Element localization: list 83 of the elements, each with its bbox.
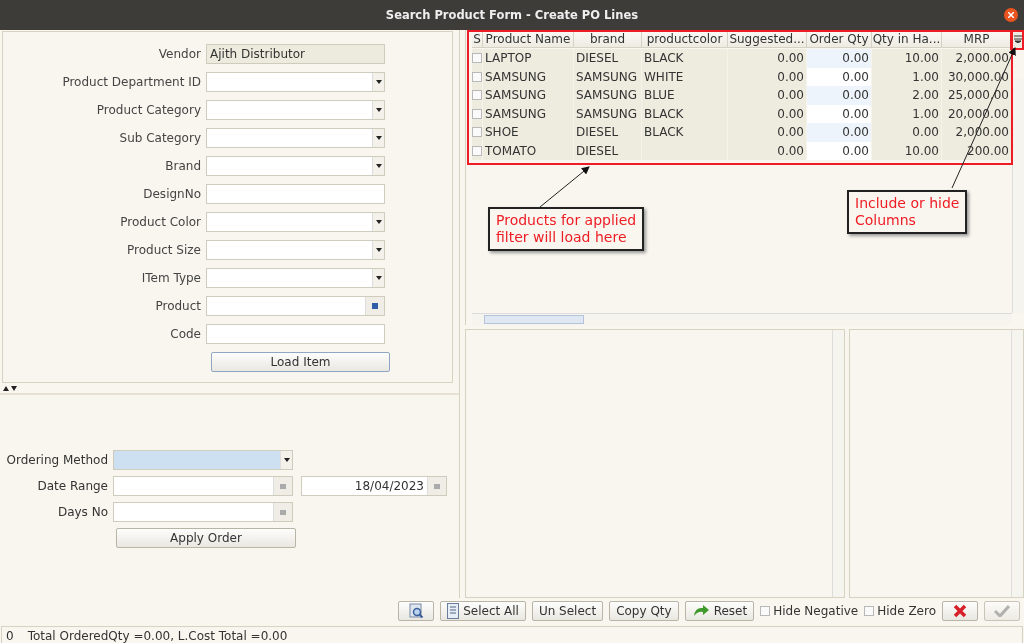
field-label: Sub Category — [118, 131, 202, 145]
checkbox-label: Hide Negative — [773, 604, 859, 618]
table-cell: BLACK — [642, 123, 728, 142]
row-checkbox[interactable] — [472, 108, 482, 119]
arrow — [539, 166, 590, 208]
spinner-icon[interactable] — [273, 503, 292, 521]
text-field[interactable] — [206, 324, 385, 344]
lookup-field[interactable] — [206, 296, 385, 316]
vendor-field: Ajith Distributor — [206, 44, 385, 64]
dropdown-field[interactable] — [206, 212, 385, 232]
row-checkbox[interactable] — [472, 90, 482, 101]
apply-order-button[interactable]: Apply Order — [116, 528, 296, 548]
dropdown-field[interactable] — [206, 240, 385, 260]
table-cell: SAMSUNG — [574, 86, 642, 105]
curved-arrow-icon — [691, 604, 710, 618]
table-cell: 0.00 — [807, 49, 872, 68]
toolbar-button[interactable]: Un Select — [531, 601, 604, 621]
table-cell: 10.00 — [872, 49, 942, 68]
document-icon — [447, 603, 460, 619]
toolbar-button[interactable]: Copy Qty — [609, 601, 679, 621]
dropdown-arrow-icon[interactable] — [283, 458, 290, 462]
date-to-field[interactable]: 18/04/2023 — [301, 476, 447, 496]
date-from-field[interactable] — [113, 476, 293, 496]
window-title: Search Product Form - Create PO Lines — [385, 8, 639, 22]
checkbox[interactable] — [760, 606, 771, 616]
calendar-icon[interactable] — [427, 477, 446, 495]
status-count: 0 — [6, 629, 14, 643]
field-label: Product Color — [119, 215, 202, 229]
dropdown-field[interactable] — [206, 100, 385, 120]
checkbox[interactable] — [864, 606, 875, 616]
status-summary: Total OrderedQty =0.00, L.Cost Total =0.00 — [27, 629, 288, 643]
table-cell: SAMSUNG — [483, 86, 574, 105]
table-cell: 0.00 — [807, 86, 872, 105]
field-label: Ordering Method — [5, 453, 109, 467]
table-cell: 0.00 — [872, 123, 942, 142]
annotation-callout: Include or hide Columns — [847, 190, 968, 234]
field-label: Brand — [164, 159, 202, 173]
table-cell: BLUE — [642, 86, 728, 105]
dropdown-field[interactable] — [206, 72, 385, 92]
search-button[interactable] — [398, 601, 435, 621]
dropdown-field[interactable] — [206, 128, 385, 148]
field-label: Product — [154, 299, 202, 313]
dropdown-field[interactable] — [206, 156, 385, 176]
table-cell: 0.00 — [728, 49, 807, 68]
checkbox-label: Hide Zero — [877, 604, 936, 618]
text-field[interactable] — [206, 184, 385, 204]
row-checkbox[interactable] — [472, 71, 482, 82]
close-icon[interactable] — [1004, 8, 1018, 22]
field-label: Code — [169, 327, 202, 341]
table-cell: 0.00 — [728, 86, 807, 105]
magnifier-icon — [408, 603, 425, 619]
field-label: ITem Type — [140, 271, 202, 285]
load-item-button[interactable]: Load Item — [211, 352, 390, 372]
checkmark-icon — [994, 605, 1010, 617]
calendar-icon[interactable] — [273, 477, 292, 495]
days-no-field[interactable] — [113, 502, 293, 522]
row-checkbox[interactable] — [472, 145, 482, 156]
toolbar-button[interactable]: Reset — [684, 601, 755, 621]
close-icon — [953, 604, 967, 618]
cancel-button[interactable] — [942, 601, 978, 621]
annotation-callout: Products for applied filter will load here — [488, 207, 645, 251]
field-label: Product Size — [126, 243, 202, 257]
toolbar-button[interactable]: Select All — [440, 601, 526, 621]
field-label: Product Category — [95, 103, 202, 117]
row-checkbox[interactable] — [472, 53, 482, 64]
field-label: Vendor — [157, 47, 202, 61]
table-cell: 2.00 — [872, 86, 942, 105]
table-cell: BLACK — [642, 49, 728, 68]
field-label: Days No — [56, 505, 109, 519]
splitter-arrows-icon[interactable] — [3, 385, 17, 391]
field-label: Date Range — [36, 479, 109, 493]
row-checkbox[interactable] — [472, 127, 482, 138]
field-label: DesignNo — [142, 187, 202, 201]
dropdown-field[interactable] — [206, 268, 385, 288]
table-cell: DIESEL — [574, 49, 642, 68]
table-cell: SHOE — [483, 123, 574, 142]
table-cell: LAPTOP — [483, 49, 574, 68]
table-cell: DIESEL — [574, 123, 642, 142]
table-cell: 0.00 — [807, 123, 872, 142]
field-label: Product Department ID — [61, 75, 202, 89]
table-cell: 2,000.00 — [942, 49, 1012, 68]
table-cell: 0.00 — [728, 123, 807, 142]
lookup-button-icon[interactable] — [365, 297, 384, 315]
